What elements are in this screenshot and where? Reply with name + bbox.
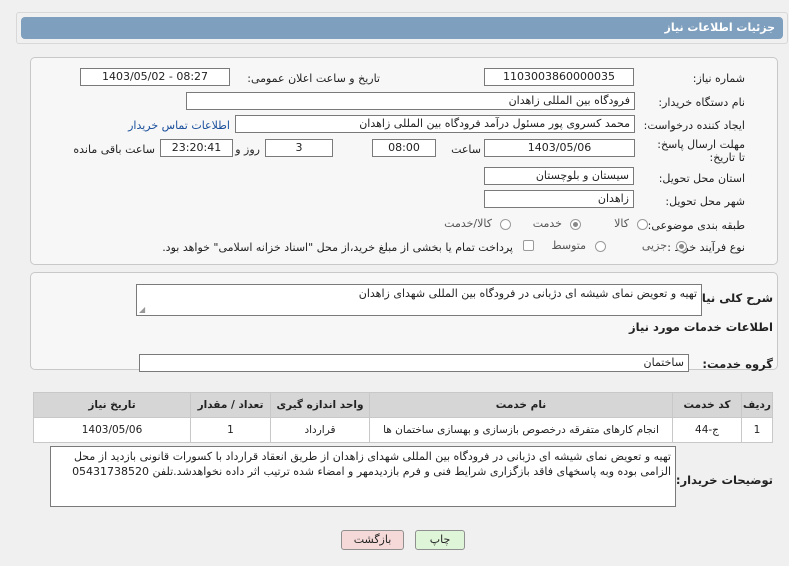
category-option-goods: کالا [614,217,629,230]
process-radio-medium[interactable] [595,241,606,252]
creator-label: ایجاد کننده درخواست: [643,119,745,132]
deadline-label: مهلت ارسال پاسخ: تا تاریخ: [657,138,745,164]
buyer-field: فرودگاه بین المللی زاهدان [186,92,635,110]
city-field: زاهدان [484,190,634,208]
creator-field: محمد کسروی پور مسئول درآمد فرودگاه بین ا… [235,115,635,133]
remaining-label: ساعت باقی مانده [73,143,155,156]
cell-qty: 1 [190,417,271,443]
col-qty: تعداد / مقدار [190,392,271,418]
services-table: ردیف کد خدمت نام خدمت واحد اندازه گیری ت… [33,392,773,443]
category-radio-goods[interactable] [637,219,648,230]
days-field: 3 [265,139,333,157]
province-field: سیستان و بلوچستان [484,167,634,185]
page-header: جزئیات اطلاعات نیاز [16,12,788,44]
cell-unit: قرارداد [270,417,370,443]
page-title: جزئیات اطلاعات نیاز [664,21,776,34]
buyer-notes-text: تهیه و تعویض نمای شیشه ای دژبانی در فرود… [72,450,671,478]
buyer-notes-label: توضیحات خریدار: [675,473,773,487]
category-option-goods-service: کالا/خدمت [444,217,492,230]
deadline-time-label: ساعت [451,143,481,156]
category-option-service: خدمت [532,217,562,230]
col-date: تاریخ نیاز [33,392,191,418]
deadline-date-field: 1403/05/06 [484,139,635,157]
col-code: کد خدمت [672,392,742,418]
treasury-checkbox[interactable] [523,240,534,251]
category-radio-service[interactable] [570,219,581,230]
cell-date: 1403/05/06 [33,417,191,443]
deadline-time-field: 08:00 [372,139,436,157]
cell-name: انجام کارهای متفرقه درخصوص بازسازی و بهس… [369,417,673,443]
process-radio-minor[interactable] [676,241,687,252]
days-label: روز و [235,143,260,156]
col-row: ردیف [741,392,773,418]
need-number-label: شماره نیاز: [692,72,745,85]
service-group-field: ساختمان [139,354,689,372]
province-label: استان محل تحویل: [658,172,745,185]
buyer-notes-field: تهیه و تعویض نمای شیشه ای دژبانی در فرود… [50,446,676,507]
summary-text: تهیه و تعویض نمای شیشه ای دژبانی در فرود… [358,287,697,300]
buyer-label: نام دستگاه خریدار: [658,96,745,109]
col-name: نام خدمت [369,392,673,418]
process-option-minor: جزیی [641,239,667,252]
table-header-row: ردیف کد خدمت نام خدمت واحد اندازه گیری ت… [33,392,773,418]
buyer-contact-link[interactable]: اطلاعات تماس خریدار [128,119,230,132]
service-group-label: گروه خدمت: [702,357,773,371]
category-radio-goods-service[interactable] [500,219,511,230]
resize-grip-icon: ◢ [139,305,146,314]
announce-label: تاریخ و ساعت اعلان عمومی: [247,72,380,85]
back-button[interactable]: بازگشت [341,530,404,550]
summary-field: تهیه و تعویض نمای شیشه ای دژبانی در فرود… [136,284,702,316]
need-number-field: 1103003860000035 [484,68,634,86]
print-button[interactable]: چاپ [415,530,465,550]
cell-code: ج-44 [672,417,742,443]
summary-label: شرح کلی نیاز: [690,291,773,305]
process-option-medium: متوسط [551,239,586,252]
cell-row: 1 [741,417,773,443]
category-label: طبقه بندی موضوعی: [647,219,745,232]
table-row: 1 ج-44 انجام کارهای متفرقه درخصوص بازساز… [33,417,773,443]
remaining-time-field: 23:20:41 [160,139,233,157]
services-heading: اطلاعات خدمات مورد نیاز [629,320,773,334]
treasury-note: پرداخت تمام یا بخشی از مبلغ خرید،از محل … [162,241,513,254]
col-unit: واحد اندازه گیری [270,392,370,418]
announce-field: 1403/05/02 - 08:27 [80,68,230,86]
city-label: شهر محل تحویل: [665,195,745,208]
